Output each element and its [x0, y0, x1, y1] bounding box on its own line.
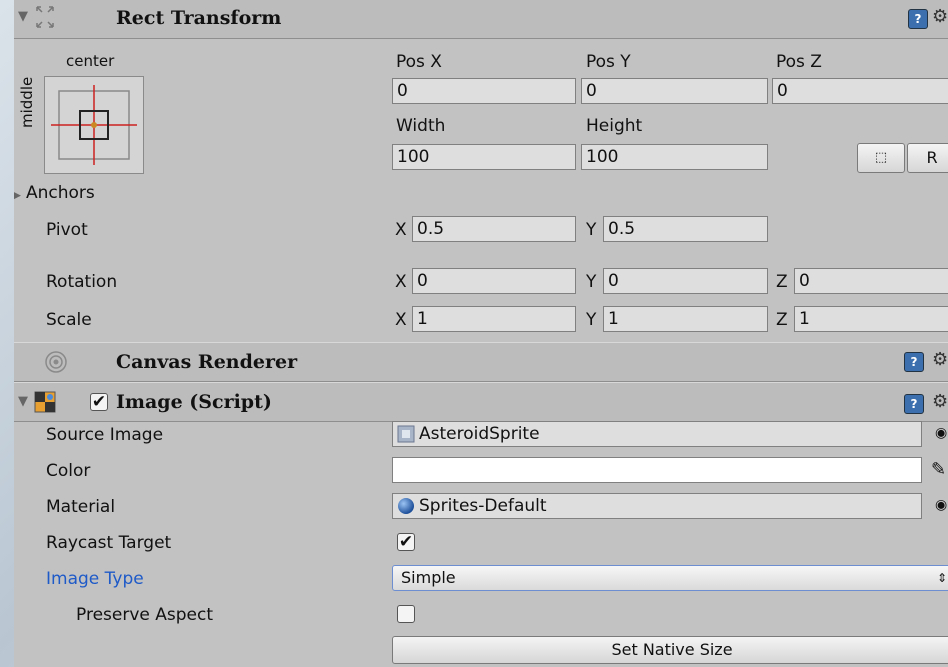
anchors-fold-arrow-icon[interactable]: ▶: [14, 188, 21, 203]
blueprint-mode-icon: ⬚: [874, 150, 888, 165]
scale-x-axis-label: X: [395, 310, 407, 330]
source-image-field[interactable]: AsteroidSprite: [392, 421, 922, 447]
rect-transform-title: Rect Transform: [116, 7, 282, 29]
source-image-value: AsteroidSprite: [419, 424, 540, 444]
image-fold-arrow-icon[interactable]: ▼: [18, 394, 28, 409]
scale-y-field[interactable]: 1: [603, 306, 768, 332]
anchors-foldout[interactable]: Anchors: [26, 183, 95, 203]
scale-z-axis-label: Z: [776, 310, 788, 330]
rect-transform-header[interactable]: ▼ Rect Transform ? ⚙: [14, 0, 948, 39]
rotation-z-field[interactable]: 0: [794, 268, 948, 294]
rotation-y-field[interactable]: 0: [603, 268, 768, 294]
width-label: Width: [396, 116, 446, 136]
pivot-label: Pivot: [46, 220, 88, 240]
fold-arrow-icon[interactable]: ▼: [18, 9, 28, 24]
pos-y-label: Pos Y: [586, 52, 631, 72]
preserve-aspect-label: Preserve Aspect: [76, 605, 214, 625]
image-help-icon[interactable]: ?: [904, 394, 924, 414]
pos-x-label: Pos X: [396, 52, 442, 72]
canvas-renderer-help-icon[interactable]: ?: [904, 352, 924, 372]
anchor-vertical-label: middle: [18, 76, 36, 128]
canvas-renderer-icon: [44, 350, 68, 379]
image-script-title: Image (Script): [116, 391, 272, 413]
anchor-horizontal-label: center: [66, 52, 115, 70]
object-picker-icon[interactable]: ◉: [935, 425, 947, 441]
material-sphere-icon: [397, 497, 415, 515]
dropdown-arrows-icon: ⇕: [936, 571, 947, 585]
pos-x-field[interactable]: 0: [392, 78, 576, 104]
height-label: Height: [586, 116, 643, 136]
rect-transform-icon: [34, 4, 56, 35]
pivot-y-axis-label: Y: [586, 220, 597, 240]
inspector-panel: ▼ Rect Transform ? ⚙ center middle Pos X…: [14, 0, 948, 667]
canvas-renderer-header[interactable]: Canvas Renderer ? ⚙: [14, 342, 948, 382]
image-type-label: Image Type: [46, 569, 144, 589]
scale-z-field[interactable]: 1: [794, 306, 948, 332]
image-component-icon: [34, 391, 56, 413]
rotation-z-axis-label: Z: [776, 272, 788, 292]
blueprint-mode-button[interactable]: ⬚: [857, 143, 905, 173]
width-field[interactable]: 100: [392, 144, 576, 170]
rotation-x-field[interactable]: 0: [412, 268, 576, 294]
material-label: Material: [46, 497, 116, 517]
pos-z-label: Pos Z: [776, 52, 822, 72]
material-field[interactable]: Sprites-Default: [392, 493, 922, 519]
set-native-size-button[interactable]: Set Native Size: [392, 636, 948, 664]
color-label: Color: [46, 461, 91, 481]
source-image-label: Source Image: [46, 425, 164, 445]
color-field[interactable]: [392, 457, 922, 483]
material-picker-icon[interactable]: ◉: [935, 497, 947, 513]
rotation-y-axis-label: Y: [586, 272, 597, 292]
gear-icon[interactable]: ⚙: [932, 6, 948, 27]
pivot-x-axis-label: X: [395, 220, 407, 240]
image-type-value: Simple: [401, 568, 456, 587]
anchor-preset-button[interactable]: [44, 76, 144, 174]
pivot-y-field[interactable]: 0.5: [603, 216, 768, 242]
scale-y-axis-label: Y: [586, 310, 597, 330]
anchor-preset-icon: [51, 85, 137, 165]
preserve-aspect-checkbox[interactable]: [397, 605, 415, 623]
help-icon[interactable]: ?: [908, 9, 928, 29]
scale-x-field[interactable]: 1: [412, 306, 576, 332]
image-enabled-checkbox[interactable]: ✔: [90, 393, 108, 411]
pivot-x-field[interactable]: 0.5: [412, 216, 576, 242]
raw-edit-button[interactable]: R: [907, 143, 948, 173]
image-gear-icon[interactable]: ⚙: [932, 391, 948, 412]
rotation-label: Rotation: [46, 272, 118, 292]
material-value: Sprites-Default: [419, 496, 547, 516]
raycast-target-checkbox[interactable]: ✔: [397, 533, 415, 551]
height-field[interactable]: 100: [581, 144, 768, 170]
canvas-renderer-title: Canvas Renderer: [116, 351, 298, 373]
canvas-renderer-gear-icon[interactable]: ⚙: [932, 349, 948, 370]
raycast-target-label: Raycast Target: [46, 533, 172, 553]
rotation-x-axis-label: X: [395, 272, 407, 292]
pos-z-field[interactable]: 0: [772, 78, 948, 104]
scale-label: Scale: [46, 310, 92, 330]
eyedropper-icon[interactable]: ✎: [931, 459, 946, 480]
pos-y-field[interactable]: 0: [581, 78, 768, 104]
sprite-icon: [397, 425, 415, 443]
image-script-header[interactable]: ▼ ✔ Image (Script) ? ⚙: [14, 382, 948, 422]
image-type-dropdown[interactable]: Simple ⇕: [392, 565, 948, 591]
